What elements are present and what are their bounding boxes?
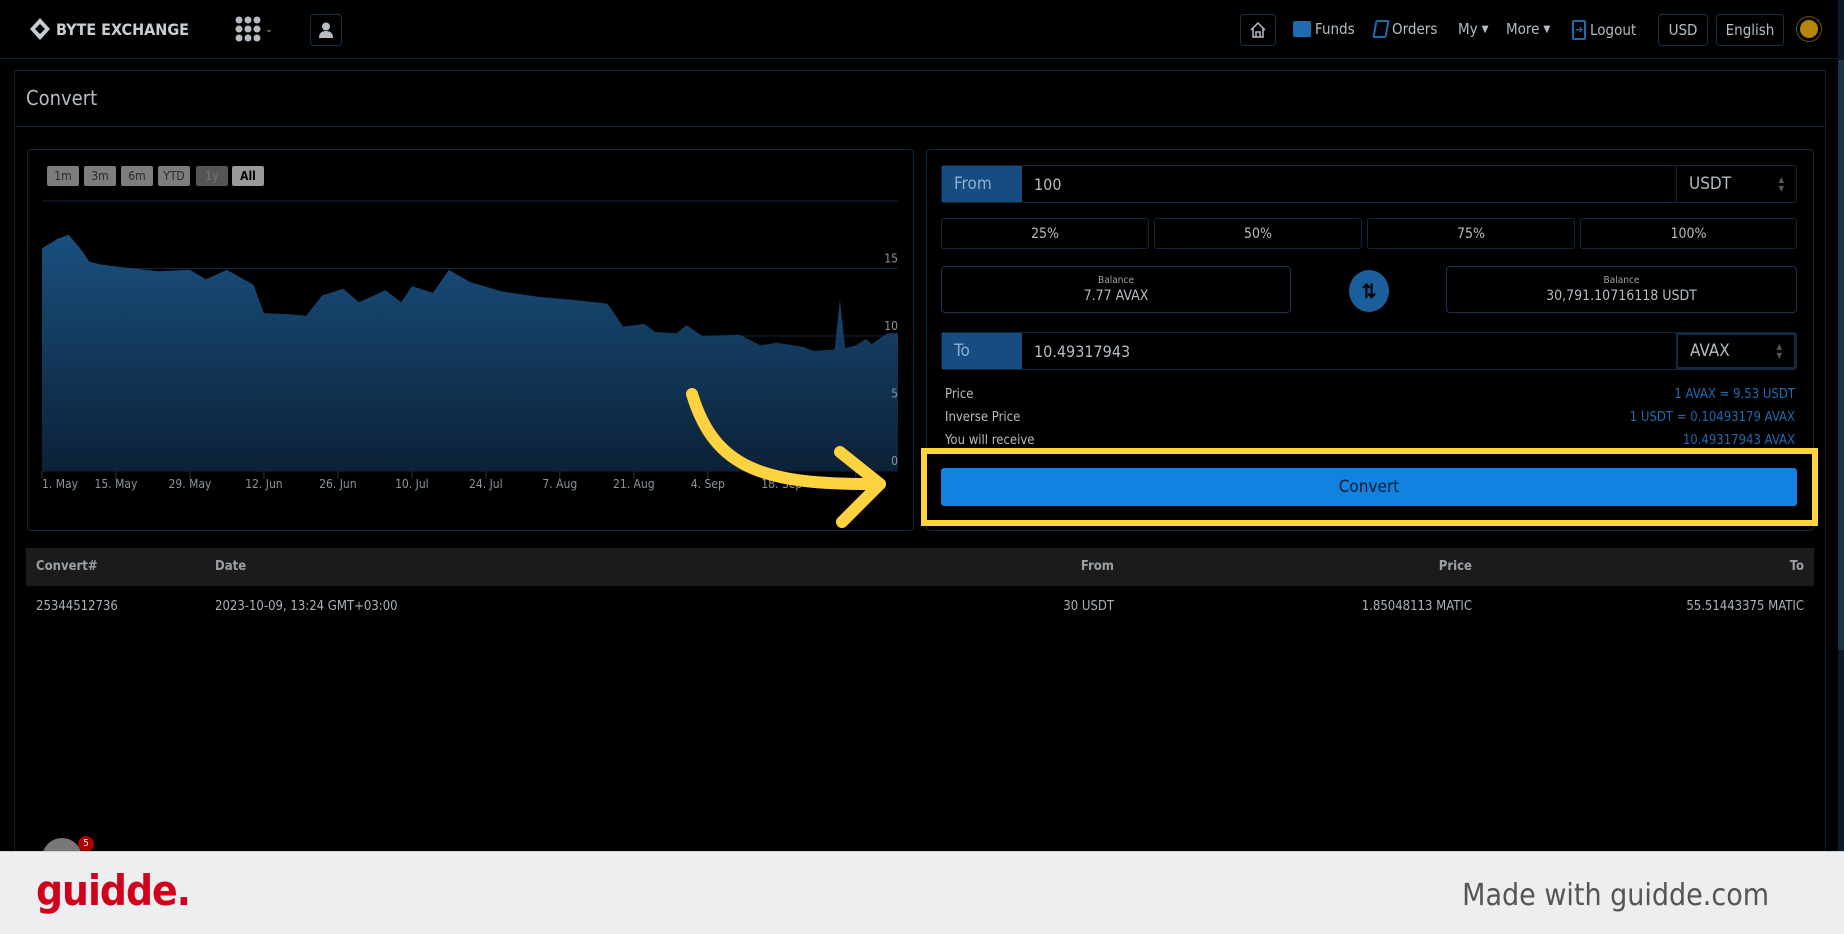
guide-arrow-icon xyxy=(686,388,886,528)
history-table-header: Convert# Date From Price To xyxy=(26,548,1814,586)
swap-button[interactable]: ⇅ xyxy=(1349,270,1389,312)
x-tick-label: 24. Jul xyxy=(469,477,503,491)
chevron-down-icon: ▼ xyxy=(1543,23,1551,35)
currency-selector[interactable]: USD xyxy=(1658,14,1708,46)
col-date: Date xyxy=(215,559,247,574)
chevron-down-icon: ▼ xyxy=(1481,23,1489,35)
percent-50-button[interactable]: 50% xyxy=(1154,218,1362,249)
x-tick-label: 26. Jun xyxy=(319,477,356,491)
percent-100-button[interactable]: 100% xyxy=(1580,218,1797,249)
theme-toggle-sun-icon[interactable] xyxy=(1800,20,1818,38)
guidde-footer: guidde. Made with guidde.com xyxy=(0,851,1844,934)
to-currency-select[interactable]: AVAX ▲ ▼ xyxy=(1676,333,1796,369)
col-to: To xyxy=(1789,559,1804,574)
logout-icon: ➜ xyxy=(1572,20,1586,40)
home-button[interactable] xyxy=(1240,14,1276,46)
guidde-logo: guidde. xyxy=(36,866,191,915)
table-row[interactable]: 25344512736 2023-10-09, 13:24 GMT+03:00 … xyxy=(26,596,1814,620)
from-label: From xyxy=(942,166,1022,202)
to-label: To xyxy=(942,333,1022,369)
sort-arrows-icon: ▲ ▼ xyxy=(1778,175,1784,193)
x-tick-label: 1. May xyxy=(42,477,79,491)
x-tick-label: 12. Jun xyxy=(245,477,282,491)
percent-75-button[interactable]: 75% xyxy=(1367,218,1575,249)
from-currency-select[interactable]: USDT ▲ ▼ xyxy=(1676,166,1796,202)
x-tick-label: 15. May xyxy=(95,477,139,491)
convert-button[interactable]: Convert xyxy=(941,468,1797,506)
balance-left: Balance 7.77 AVAX xyxy=(941,266,1291,313)
nav-more[interactable]: More ▼ xyxy=(1506,20,1550,38)
swap-arrows-icon: ⇅ xyxy=(1361,279,1377,303)
footer-tagline: Made with guidde.com xyxy=(1462,878,1769,913)
balance-right: Balance 30,791.10716118 USDT xyxy=(1446,266,1797,313)
nav-my[interactable]: My ▼ xyxy=(1458,20,1489,38)
to-amount-input[interactable]: 10.49317943 xyxy=(1022,342,1676,361)
x-tick-label: 10. Jul xyxy=(395,477,429,491)
home-icon xyxy=(1250,21,1266,38)
from-amount-input[interactable]: 100 xyxy=(1022,175,1676,194)
x-tick-label: 29. May xyxy=(168,477,212,491)
sort-arrows-icon: ▲ ▼ xyxy=(1776,342,1782,360)
x-tick-label: 21. Aug xyxy=(613,477,655,491)
inverse-price-row: Inverse Price 1 USDT = 0.10493179 AVAX xyxy=(945,410,1795,425)
from-row: From 100 USDT ▲ ▼ xyxy=(941,165,1797,203)
y-tick-label: 15 xyxy=(884,252,898,266)
col-convert-id: Convert# xyxy=(36,559,98,574)
notification-badge: 5 xyxy=(78,836,94,852)
col-from: From xyxy=(1080,559,1114,574)
y-tick-label: 10 xyxy=(884,319,898,333)
orders-icon xyxy=(1372,20,1390,38)
language-selector[interactable]: English xyxy=(1716,14,1784,46)
percent-25-button[interactable]: 25% xyxy=(941,218,1149,249)
nav-funds[interactable]: Funds xyxy=(1293,20,1355,38)
receive-row: You will receive 10.49317943 AVAX xyxy=(945,433,1795,448)
nav-logout[interactable]: ➜ Logout xyxy=(1572,20,1636,40)
scrollbar-thumb[interactable] xyxy=(1838,60,1844,650)
x-tick-label: 7. Aug xyxy=(542,477,577,491)
nav-orders[interactable]: Orders xyxy=(1372,20,1437,38)
scrollbar[interactable] xyxy=(1838,0,1844,851)
wallet-icon xyxy=(1293,21,1311,37)
to-row: To 10.49317943 AVAX ▲ ▼ xyxy=(941,332,1797,370)
col-price: Price xyxy=(1438,559,1472,574)
price-row: Price 1 AVAX = 9.53 USDT xyxy=(945,387,1795,402)
